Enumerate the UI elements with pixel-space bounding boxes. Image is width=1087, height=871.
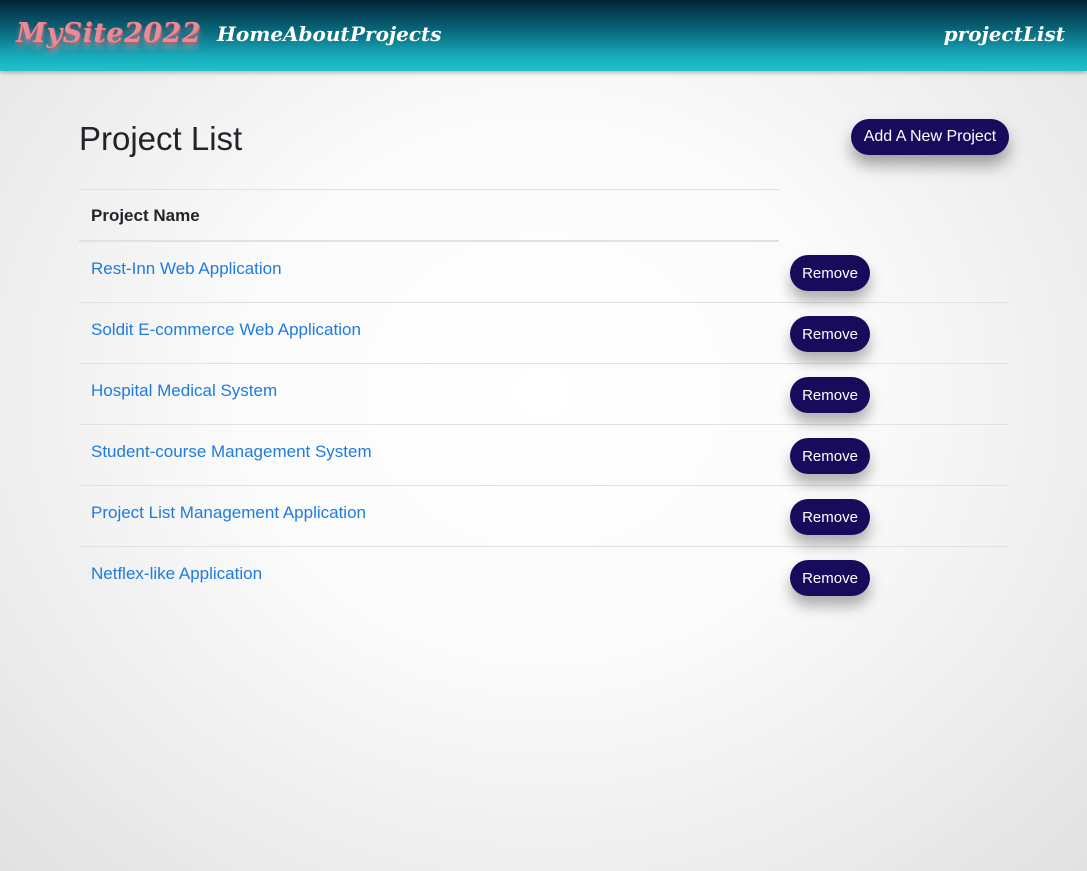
- remove-button[interactable]: Remove: [790, 499, 870, 535]
- project-link[interactable]: Student-course Management System: [91, 442, 372, 462]
- page-title: Project List: [79, 120, 243, 157]
- column-header-project-name: Project Name: [91, 206, 200, 225]
- table-row: Hospital Medical System Remove: [79, 364, 1009, 425]
- table-row: Netflex-like Application Remove: [79, 547, 1009, 608]
- nav-home-link[interactable]: Home: [217, 22, 283, 46]
- nav-about-link[interactable]: About: [283, 22, 350, 46]
- remove-button[interactable]: Remove: [790, 377, 870, 413]
- table-header: Project Name: [79, 189, 779, 242]
- remove-button[interactable]: Remove: [790, 438, 870, 474]
- project-link[interactable]: Hospital Medical System: [91, 381, 277, 401]
- add-new-project-button[interactable]: Add A New Project: [851, 119, 1009, 155]
- project-link[interactable]: Netflex-like Application: [91, 564, 262, 584]
- site-brand-logo[interactable]: MySite2022: [16, 18, 201, 49]
- table-row: Project List Management Application Remo…: [79, 486, 1009, 547]
- navbar: MySite2022 Home About Projects projectLi…: [0, 0, 1087, 71]
- current-page-label: projectList: [943, 22, 1065, 46]
- project-link[interactable]: Project List Management Application: [91, 503, 366, 523]
- project-link[interactable]: Soldit E-commerce Web Application: [91, 320, 361, 340]
- remove-button[interactable]: Remove: [790, 316, 870, 352]
- project-link[interactable]: Rest-Inn Web Application: [91, 259, 282, 279]
- table-row: Soldit E-commerce Web Application Remove: [79, 303, 1009, 364]
- table-row: Student-course Management System Remove: [79, 425, 1009, 486]
- nav-projects-link[interactable]: Projects: [350, 22, 442, 46]
- table-row: Rest-Inn Web Application Remove: [79, 242, 1009, 303]
- remove-button[interactable]: Remove: [790, 560, 870, 596]
- project-table: Project Name Rest-Inn Web Application Re…: [79, 189, 1009, 608]
- remove-button[interactable]: Remove: [790, 255, 870, 291]
